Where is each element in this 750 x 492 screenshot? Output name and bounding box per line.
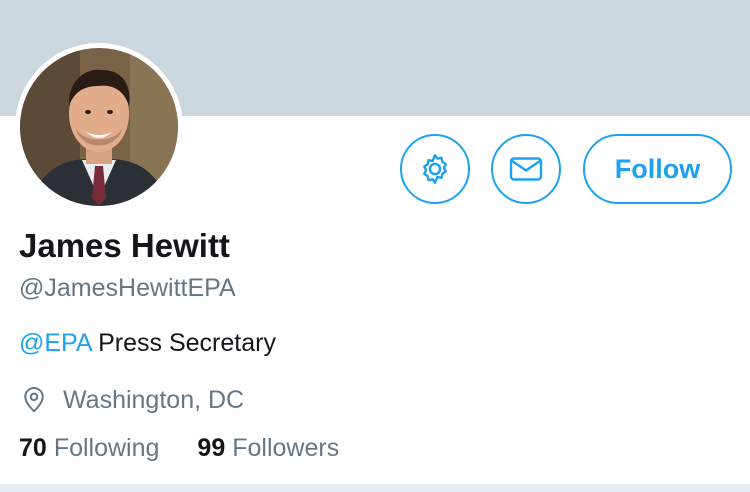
followers-count: 99: [197, 434, 226, 462]
avatar[interactable]: [15, 43, 183, 211]
message-button[interactable]: [491, 134, 561, 204]
settings-button[interactable]: [400, 134, 470, 204]
profile-location: Washington, DC: [19, 382, 244, 418]
profile-stats: 70 Following 99 Followers: [19, 430, 339, 466]
bio-mention-link[interactable]: @EPA: [19, 329, 91, 357]
profile-handle: @JamesHewittEPA: [19, 274, 236, 302]
gear-icon: [423, 154, 447, 184]
following-label: Following: [53, 434, 160, 462]
followers-stat[interactable]: 99 Followers: [197, 430, 339, 466]
following-stat[interactable]: 70 Following: [19, 430, 159, 466]
profile-bio: @EPA Press Secretary: [19, 326, 276, 360]
envelope-icon: [509, 157, 543, 181]
profile-name: James Hewitt: [19, 227, 230, 264]
following-count: 70: [19, 434, 47, 462]
location-pin-icon: [24, 387, 44, 413]
follow-button[interactable]: Follow: [583, 134, 732, 204]
avatar-photo: [20, 48, 178, 206]
location-text: Washington, DC: [63, 386, 245, 414]
followers-label: Followers: [232, 434, 340, 462]
bio-text: Press Secretary: [91, 329, 276, 357]
section-divider: [0, 484, 750, 492]
